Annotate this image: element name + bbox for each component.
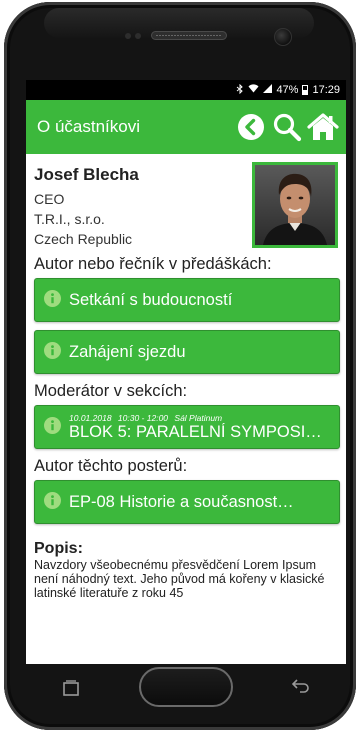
section-label: BLOK 5: PARALELNÍ SYMPOSI… [69,422,322,441]
section-button[interactable]: 10.01.2018 10:30 - 12:00 Sál Platinum BL… [34,405,340,449]
search-button[interactable] [270,110,304,144]
lecture-label: Zahájení sjezdu [69,342,186,361]
signal-icon [263,84,273,96]
person-company: T.R.I., s.r.o. [34,211,105,227]
poster-button[interactable]: EP-08 Historie a současnost… [34,480,340,524]
person-name: Josef Blecha [34,165,139,184]
hardware-nav-bar [26,664,346,710]
author-section-title: Autor nebo řečník v předáškách: [34,255,272,273]
page-title: O účastníkovi [37,117,140,136]
moderator-section-title: Moderátor v sekcích: [34,382,188,400]
section-time: 10:30 - 12:00 [117,412,169,423]
section-date: 10.01.2018 [69,412,112,423]
lecture-label: Setkání s budoucností [69,290,233,309]
description-text: Navzdory všeobecnému přesvědčení Lorem I… [34,558,325,600]
app-bar: O účastníkovi [26,100,346,154]
back-arrow-icon [291,678,309,693]
lecture-button[interactable]: Setkání s budoucností [34,278,340,322]
description-title: Popis: [34,540,83,557]
info-icon [44,341,61,363]
home-button[interactable] [306,110,340,144]
info-icon [44,491,61,513]
proximity-sensor [125,33,131,39]
recent-apps-icon [63,680,79,696]
status-time: 17:29 [312,84,340,96]
section-room: Sál Platinum [174,412,223,423]
person-position: CEO [34,191,65,207]
wifi-icon [248,84,259,96]
search-icon [273,113,302,142]
section-text: 10.01.2018 10:30 - 12:00 Sál Platinum BL… [69,413,322,442]
battery-percent: 47% [276,84,299,96]
poster-label: EP-08 Historie a současnost… [69,492,294,511]
lecture-button[interactable]: Zahájení sjezdu [34,330,340,374]
info-icon [44,416,61,438]
participant-detail: Josef Blecha CEO T.R.I., s.r.o. Czech Re… [26,154,346,600]
front-camera [274,28,292,46]
person-info: Josef Blecha CEO T.R.I., s.r.o. Czech Re… [34,162,139,249]
portrait-image [255,165,335,245]
info-icon [44,289,61,311]
app-screen: 47% 17:29 O účastníkovi Josef Blecha CEO… [26,80,346,664]
person-photo[interactable] [252,162,338,248]
section-meta: 10.01.2018 10:30 - 12:00 Sál Platinum [69,413,322,423]
posters-section-title: Autor těchto posterů: [34,457,188,475]
person-card: Josef Blecha CEO T.R.I., s.r.o. Czech Re… [34,162,340,249]
back-key[interactable] [291,678,310,697]
light-sensor [135,33,141,39]
recent-apps-button[interactable] [62,680,80,696]
home-key[interactable] [139,667,233,707]
person-country: Czech Republic [34,231,133,247]
back-button[interactable] [234,110,268,144]
back-circle-icon [238,114,264,140]
battery-icon [302,85,309,95]
home-icon [307,113,339,140]
earpiece-speaker [151,31,227,40]
status-bar: 47% 17:29 [26,80,346,100]
bluetooth-icon [236,83,244,97]
